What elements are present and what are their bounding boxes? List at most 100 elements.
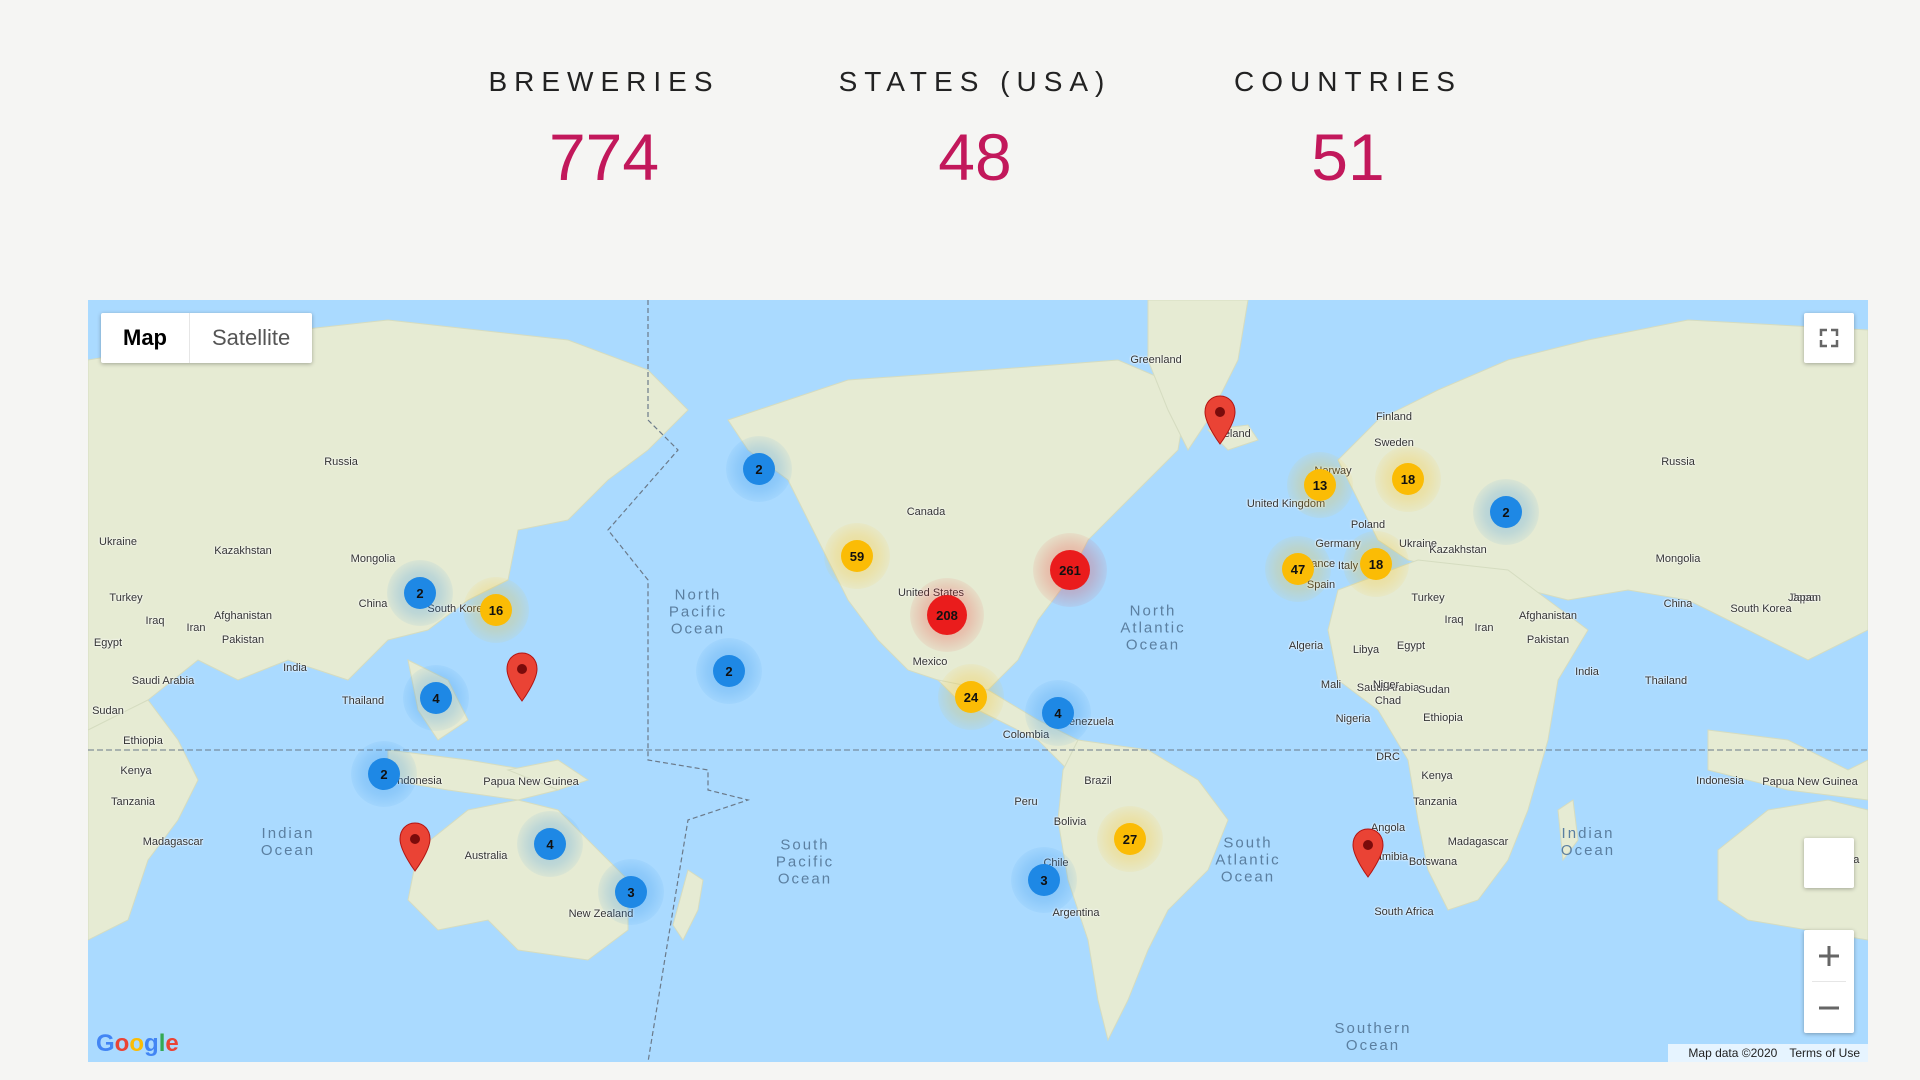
country-label: Kazakhstan: [1429, 544, 1487, 556]
stat-label: BREWERIES: [488, 66, 720, 97]
location-pin[interactable]: [398, 822, 432, 872]
country-label: Ethiopia: [123, 735, 163, 747]
country-label: India: [283, 662, 307, 674]
map-type-control: Map Satellite: [101, 313, 313, 363]
cluster-marker[interactable]: 18: [1392, 463, 1424, 495]
cluster-marker[interactable]: 2: [713, 655, 745, 687]
ocean-label: Indian Ocean: [260, 825, 316, 859]
stat-value: 51: [1311, 120, 1385, 194]
country-label: Russia: [1661, 456, 1695, 468]
cluster-marker[interactable]: 2: [404, 577, 436, 609]
country-label: Turkey: [1411, 592, 1445, 604]
cluster-marker[interactable]: 3: [1028, 864, 1060, 896]
country-label: Algeria: [1288, 640, 1324, 652]
cluster-marker[interactable]: 13: [1304, 469, 1336, 501]
cluster-marker[interactable]: 4: [420, 682, 452, 714]
ocean-label: South Atlantic Ocean: [1215, 834, 1281, 886]
cluster-marker[interactable]: 18: [1360, 548, 1392, 580]
location-pin[interactable]: [1351, 828, 1385, 878]
cluster-marker[interactable]: 4: [1042, 697, 1074, 729]
country-label: Egypt: [93, 637, 123, 649]
stat-breweries: BREWERIES 774: [434, 66, 774, 190]
country-label: Madagascar: [1447, 836, 1509, 848]
zoom-control: [1804, 930, 1854, 1033]
country-label: Egypt: [1396, 640, 1426, 652]
country-label: Turkey: [109, 592, 143, 604]
country-label: Kazakhstan: [214, 545, 272, 557]
cluster-marker[interactable]: 16: [480, 594, 512, 626]
country-label: Niger: [1372, 679, 1400, 691]
country-label: Australia: [464, 850, 508, 862]
location-pin[interactable]: [1203, 395, 1237, 445]
country-label: Poland: [1350, 519, 1386, 531]
country-label: Madagascar: [142, 836, 204, 848]
country-label: DRC: [1376, 751, 1400, 763]
world-map[interactable]: Russia Kazakhstan Mongolia Ukraine Turkey Chi…: [88, 300, 1868, 1062]
country-label: China: [358, 598, 388, 610]
country-label: Nigeria: [1335, 713, 1371, 725]
country-label: Greenland: [1130, 354, 1182, 366]
country-label: Chad: [1374, 695, 1402, 707]
country-label: Peru: [1014, 796, 1038, 808]
google-logo[interactable]: Google: [96, 1030, 179, 1058]
map-attribution: Map data ©2020 Terms of Use: [1668, 1044, 1868, 1062]
ocean-label: Southern Ocean: [1334, 1020, 1412, 1054]
country-label: South Africa: [1374, 906, 1434, 918]
fullscreen-button[interactable]: [1804, 313, 1854, 363]
location-pin[interactable]: [505, 652, 539, 702]
country-label: Sudan: [92, 705, 124, 717]
country-label: China: [1663, 598, 1693, 610]
country-label: India: [1575, 666, 1599, 678]
satellite-view-button[interactable]: Satellite: [190, 313, 312, 363]
zoom-in-button[interactable]: [1804, 930, 1854, 981]
country-label: Mongolia: [1655, 553, 1701, 565]
cluster-marker[interactable]: 2: [368, 758, 400, 790]
country-label: Kenya: [1421, 770, 1453, 782]
terms-link[interactable]: Terms of Use: [1789, 1046, 1860, 1060]
cluster-marker[interactable]: 2: [1490, 496, 1522, 528]
country-label: Afghanistan: [1518, 610, 1578, 622]
minus-icon: [1819, 1006, 1839, 1009]
ocean-label: Indian Ocean: [1560, 825, 1616, 859]
country-label: Iraq: [1444, 614, 1464, 626]
country-label: Pakistan: [1526, 634, 1570, 646]
ocean-label: South Pacific Ocean: [775, 836, 835, 888]
country-label: Libya: [1352, 644, 1380, 656]
country-label: Thailand: [1644, 675, 1688, 687]
country-label: Iran: [186, 622, 206, 634]
map-data-text: Map data ©2020: [1688, 1046, 1778, 1060]
cluster-marker[interactable]: 47: [1282, 553, 1314, 585]
cluster-marker[interactable]: 27: [1114, 823, 1146, 855]
stat-states: STATES (USA) 48: [805, 66, 1145, 190]
cluster-marker[interactable]: 208: [927, 595, 967, 635]
cluster-marker[interactable]: 24: [955, 681, 987, 713]
cluster-marker[interactable]: 3: [615, 876, 647, 908]
stat-value: 48: [938, 120, 1012, 194]
country-label: Finland: [1375, 411, 1413, 423]
map-view-button[interactable]: Map: [101, 313, 190, 363]
country-label: Iran: [1474, 622, 1494, 634]
zoom-out-button[interactable]: [1804, 982, 1854, 1033]
stats-bar: BREWERIES 774 STATES (USA) 48 COUNTRIES …: [0, 0, 1920, 260]
country-label: Sudan: [1418, 684, 1450, 696]
country-label: Tanzania: [110, 796, 156, 808]
stat-countries: COUNTRIES 51: [1178, 66, 1518, 190]
stat-value: 774: [548, 120, 660, 194]
country-label: Ethiopia: [1423, 712, 1463, 724]
country-label: Thailand: [341, 695, 385, 707]
country-label: Mali: [1320, 679, 1342, 691]
country-label: Iraq: [145, 615, 165, 627]
stat-label: STATES (USA): [838, 66, 1112, 97]
cluster-marker[interactable]: 261: [1050, 550, 1090, 590]
country-label: Ukraine: [99, 536, 137, 548]
cluster-marker[interactable]: 4: [534, 828, 566, 860]
country-label: Canada: [906, 506, 946, 518]
country-label: Brazil: [1084, 775, 1112, 787]
country-label: Papua New Guinea: [1762, 776, 1858, 788]
cluster-marker[interactable]: 59: [841, 540, 873, 572]
cluster-marker[interactable]: 2: [743, 453, 775, 485]
country-label: Japan: [1788, 592, 1818, 604]
fullscreen-icon: [1819, 328, 1839, 348]
pegman-button[interactable]: [1804, 838, 1854, 888]
country-label: Russia: [324, 456, 358, 468]
